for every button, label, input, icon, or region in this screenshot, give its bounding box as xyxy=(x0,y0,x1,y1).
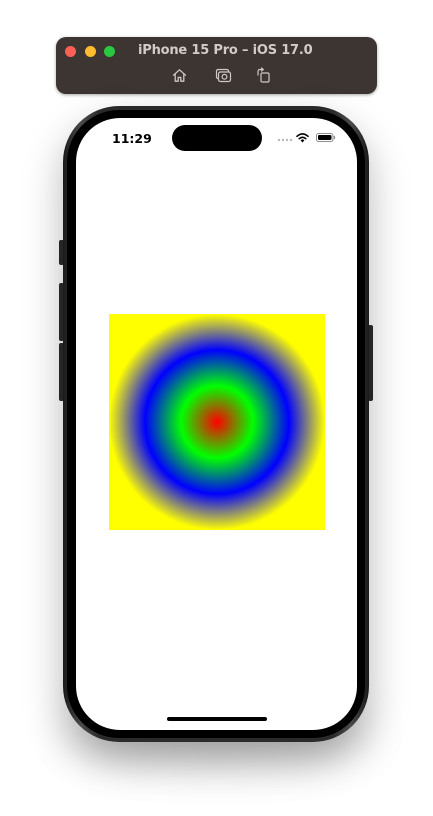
home-button[interactable] xyxy=(171,67,188,84)
home-icon xyxy=(172,69,187,82)
battery-icon xyxy=(316,133,336,142)
simulator-stage: iPhone 15 Pro – iOS 17.0 11:29 xyxy=(0,0,433,816)
screenshot-icon xyxy=(215,68,232,83)
wifi-icon xyxy=(296,133,309,143)
radial-gradient-view xyxy=(109,314,325,530)
dynamic-island xyxy=(172,125,262,151)
window-minimize-button[interactable] xyxy=(85,46,96,57)
home-indicator[interactable] xyxy=(167,717,267,721)
screenshot-button[interactable] xyxy=(215,67,232,84)
simulator-title: iPhone 15 Pro – iOS 17.0 xyxy=(138,43,313,58)
window-zoom-button[interactable] xyxy=(104,46,115,57)
device-screen: 11:29 xyxy=(76,118,357,730)
signal-icon xyxy=(277,138,293,142)
status-time: 11:29 xyxy=(112,131,152,146)
window-close-button[interactable] xyxy=(65,46,76,57)
rotate-icon xyxy=(257,67,270,83)
rotate-button[interactable] xyxy=(255,67,272,84)
